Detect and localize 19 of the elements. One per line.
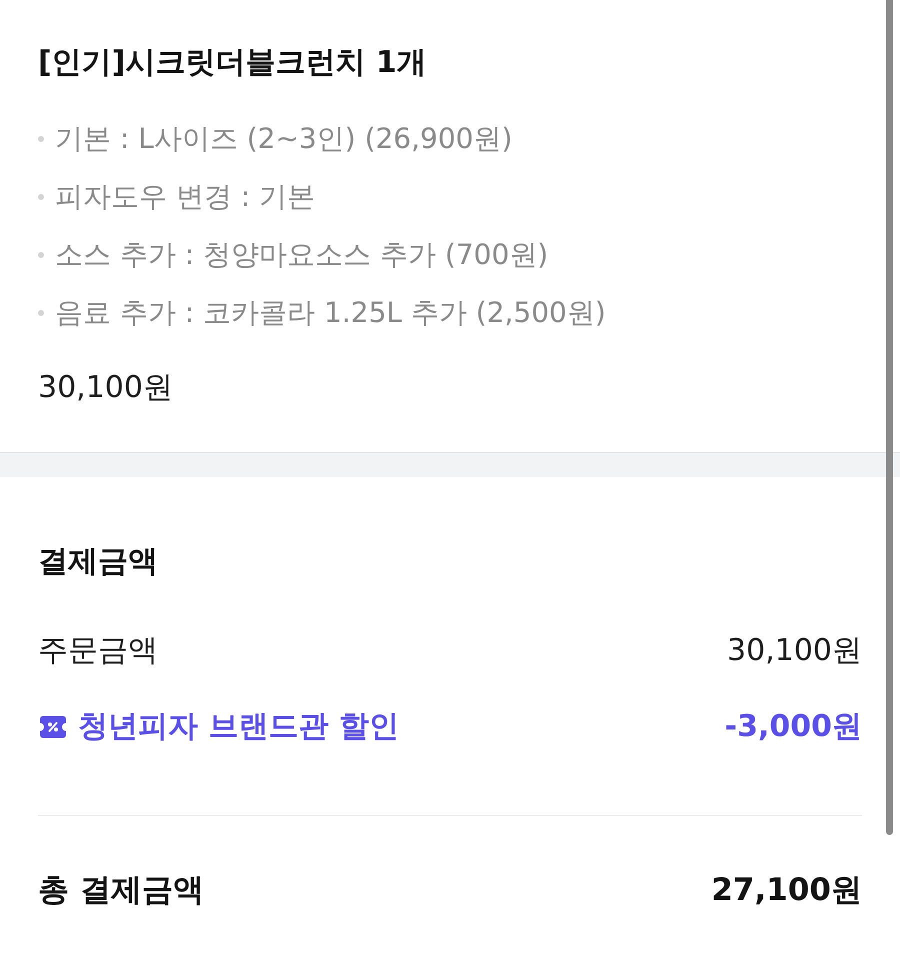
product-title: [인기]시크릿더블크런치 1개 [38, 44, 428, 82]
bullet-icon [38, 194, 44, 200]
row-label: 주문금액 [38, 632, 158, 670]
bullet-icon [38, 136, 44, 142]
total-amount: 27,100원 [711, 871, 862, 910]
scrollbar-thumb[interactable] [886, 0, 893, 835]
bullet-icon [38, 252, 44, 258]
item-price: 30,100원 [38, 369, 174, 407]
option-text: 기본 : L사이즈 (2~3인) (26,900원) [55, 121, 512, 157]
discount-amount: -3,000원 [724, 708, 862, 746]
option-text: 음료 추가 : 코카콜라 1.25L 추가 (2,500원) [55, 295, 606, 331]
option-text: 소스 추가 : 청양마요소스 추가 (700원) [55, 237, 548, 273]
coupon-icon [40, 716, 66, 738]
total-label: 총 결제금액 [38, 871, 204, 910]
section-title: 결제금액 [38, 543, 159, 581]
bullet-icon [38, 310, 44, 316]
row-amount: 30,100원 [727, 632, 862, 670]
option-text: 피자도우 변경 : 기본 [55, 179, 316, 215]
discount-label: 청년피자 브랜드관 할인 [78, 708, 399, 746]
